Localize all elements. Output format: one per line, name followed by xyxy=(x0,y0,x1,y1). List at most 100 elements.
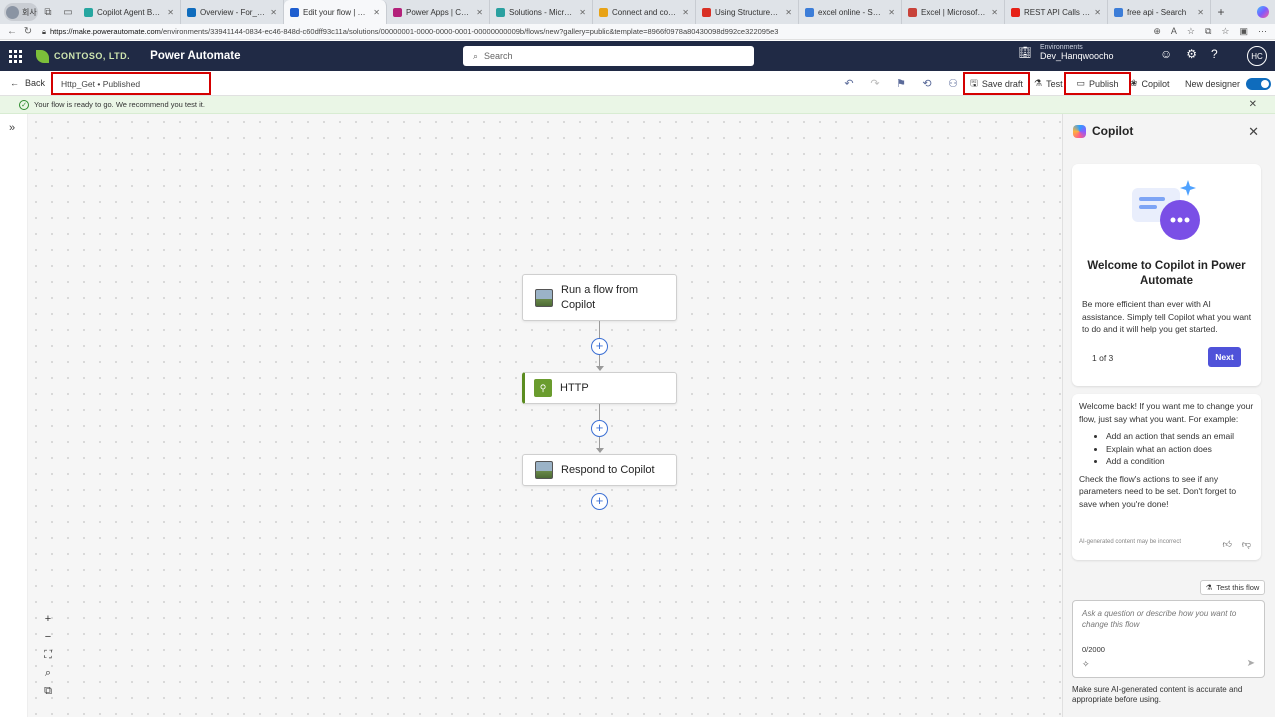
search-canvas-icon[interactable]: ⌕ xyxy=(45,666,51,680)
tab-close-icon[interactable]: ✕ xyxy=(270,8,277,17)
save-draft-button[interactable]: 🖫︎ Save draft xyxy=(963,72,1030,95)
back-label: Back xyxy=(25,78,46,88)
tab-close-icon[interactable]: ✕ xyxy=(167,8,174,17)
flow-checker-icon[interactable]: ⚑ xyxy=(888,77,914,90)
read-aloud-icon[interactable]: A xyxy=(1171,26,1177,37)
copilot-chat-input[interactable]: Ask a question or describe how you want … xyxy=(1072,600,1265,678)
zoom-icon[interactable]: ⊕ xyxy=(1153,26,1161,37)
version-history-icon[interactable]: ⟲ xyxy=(914,77,940,90)
expand-panel-icon[interactable]: » xyxy=(9,122,15,134)
fit-view-icon[interactable]: ⛶ xyxy=(44,648,52,662)
browser-tab[interactable]: Connect and configure an ✕ xyxy=(593,0,696,24)
tab-favicon-icon xyxy=(702,7,711,17)
add-step-button[interactable]: + xyxy=(591,338,608,355)
test-this-flow-label: Test this flow xyxy=(1216,583,1260,592)
browser-tab[interactable]: Solutions - Microsoft Cop ✕ xyxy=(490,0,593,24)
browser-tab[interactable]: Edit your flow | Power Aut ✕ xyxy=(284,0,387,24)
thumbs-up-icon[interactable]: 👍︎ xyxy=(1222,538,1231,551)
redo-icon[interactable]: ↷ xyxy=(862,77,888,90)
app-name[interactable]: Power Automate xyxy=(150,50,240,62)
browser-profile-button[interactable]: 회사 xyxy=(4,3,38,21)
browser-tab[interactable]: excel online - Search✕ xyxy=(799,0,902,24)
welcome-card: Welcome to Copilot in Power Automate Be … xyxy=(1072,164,1261,386)
minimap-icon[interactable]: ⧉ xyxy=(44,684,52,698)
browser-tab[interactable]: Overview - For_Flow | Mi ✕ xyxy=(181,0,284,24)
browser-tab[interactable]: Using Structured Data wit ✕ xyxy=(696,0,799,24)
tab-favicon-icon xyxy=(1011,7,1020,17)
environment-picker[interactable]: 🏢︎ Environments Dev_Hanqwoocho xyxy=(1018,44,1114,61)
flow-step-respond[interactable]: Respond to Copilot xyxy=(522,454,677,486)
tab-close-icon[interactable]: ✕ xyxy=(785,8,792,17)
tab-close-icon[interactable]: ✕ xyxy=(476,8,483,17)
tab-close-icon[interactable]: ✕ xyxy=(682,8,689,17)
test-this-flow-button[interactable]: ⚗ Test this flow xyxy=(1200,580,1265,595)
favorite-star-icon[interactable]: ☆ xyxy=(1187,26,1195,37)
sparkle-prompt-icon[interactable]: ✧ xyxy=(1082,659,1090,670)
add-step-button[interactable]: + xyxy=(591,493,608,510)
test-button[interactable]: ⚗ Test xyxy=(1034,71,1063,96)
search-input[interactable]: ⌕ Search xyxy=(463,46,754,66)
tab-close-icon[interactable]: ✕ xyxy=(1197,8,1204,17)
undo-icon[interactable]: ↶ xyxy=(836,77,862,90)
copilot-browser-icon[interactable] xyxy=(1257,6,1269,18)
more-icon[interactable]: ⋯ xyxy=(1258,26,1267,37)
add-step-button[interactable]: + xyxy=(591,420,608,437)
url-field[interactable]: 🔒︎ https://make.powerautomate.com/enviro… xyxy=(42,27,778,37)
flow-step-trigger[interactable]: Run a flow from Copilot xyxy=(522,274,677,321)
smiley-feedback-icon[interactable]: ☺ xyxy=(1160,47,1172,61)
flow-canvas[interactable]: Run a flow from Copilot + ⚲ HTTP + Respo… xyxy=(28,114,1062,717)
zoom-in-icon[interactable]: + xyxy=(45,612,51,626)
collections-icon[interactable]: ▣ xyxy=(1239,26,1248,37)
tab-close-icon[interactable]: ✕ xyxy=(991,8,998,17)
tab-favicon-icon xyxy=(805,7,814,17)
next-button[interactable]: Next xyxy=(1208,347,1241,367)
tab-close-icon[interactable]: ✕ xyxy=(373,8,380,17)
back-button[interactable]: ← Back xyxy=(10,78,45,88)
close-icon[interactable]: ✕ xyxy=(1249,99,1257,110)
copilot-logo-icon xyxy=(1073,124,1086,138)
copilot-icon: ❀ xyxy=(1130,78,1138,88)
tab-close-icon[interactable]: ✕ xyxy=(579,8,586,17)
profile-label: 회사 xyxy=(22,7,37,17)
flow-title[interactable]: Http_Get • Published xyxy=(51,72,211,95)
copilot-message: Welcome back! If you want me to change y… xyxy=(1072,394,1261,560)
back-arrow-icon[interactable]: ← xyxy=(4,26,20,37)
gear-icon[interactable]: ⚙ xyxy=(1186,47,1197,61)
new-designer-toggle[interactable] xyxy=(1246,77,1272,90)
refresh-icon[interactable]: ↻ xyxy=(20,26,36,37)
close-icon[interactable]: ✕ xyxy=(1248,124,1259,140)
arrow-down-icon xyxy=(596,366,604,371)
extensions-icon[interactable]: ⧉ xyxy=(1205,26,1211,37)
browser-tab[interactable]: Excel | Microsoft 365 Cop ✕ xyxy=(902,0,1005,24)
flow-step-http[interactable]: ⚲ HTTP xyxy=(522,372,677,404)
tab-close-icon[interactable]: ✕ xyxy=(888,8,895,17)
tab-title: Using Structured Data wit xyxy=(715,7,781,17)
tab-close-icon[interactable]: ✕ xyxy=(1094,8,1101,17)
app-launcher-icon[interactable] xyxy=(0,49,30,63)
favorites-icon[interactable]: ☆ xyxy=(1221,26,1229,37)
user-avatar[interactable]: HC xyxy=(1247,46,1267,66)
address-bar-tools: ⊕ A ☆ ⧉ ☆ ▣ ⋯ xyxy=(1153,26,1267,37)
workspaces-icon[interactable]: ⧉ xyxy=(38,7,58,18)
copilot-button[interactable]: ❀ Copilot xyxy=(1130,71,1170,96)
tab-title: Connect and configure an xyxy=(612,7,678,17)
tab-favicon-icon xyxy=(1114,7,1123,17)
list-item: Add a condition xyxy=(1106,455,1254,468)
thumbs-down-icon[interactable]: 👎︎ xyxy=(1242,538,1251,551)
help-icon[interactable]: ? xyxy=(1211,47,1218,61)
arrow-down-icon xyxy=(596,448,604,453)
browser-tab[interactable]: free api - Search ✕ xyxy=(1108,0,1211,24)
tab-actions-icon[interactable]: ▭ xyxy=(58,7,78,18)
browser-tabs: Copilot Agent BootCamp✕Overview - For_Fl… xyxy=(78,0,1211,24)
tab-favicon-icon xyxy=(290,7,299,17)
publish-button[interactable]: ▭ Publish xyxy=(1064,72,1131,95)
browser-tab[interactable]: REST API Calls in Power A ✕ xyxy=(1005,0,1108,24)
browser-tab[interactable]: Copilot Agent BootCamp✕ xyxy=(78,0,181,24)
browser-tab[interactable]: Power Apps | Custom con ✕ xyxy=(387,0,490,24)
zoom-out-icon[interactable]: − xyxy=(45,630,51,644)
message-intro: Welcome back! If you want me to change y… xyxy=(1079,401,1254,424)
tab-title: excel online - Search xyxy=(818,7,885,17)
send-icon[interactable]: ➤ xyxy=(1247,658,1255,669)
new-tab-button[interactable]: + xyxy=(1211,5,1231,19)
url-path: /environments/33941144-0834-ec46-848d-c6… xyxy=(160,27,779,36)
